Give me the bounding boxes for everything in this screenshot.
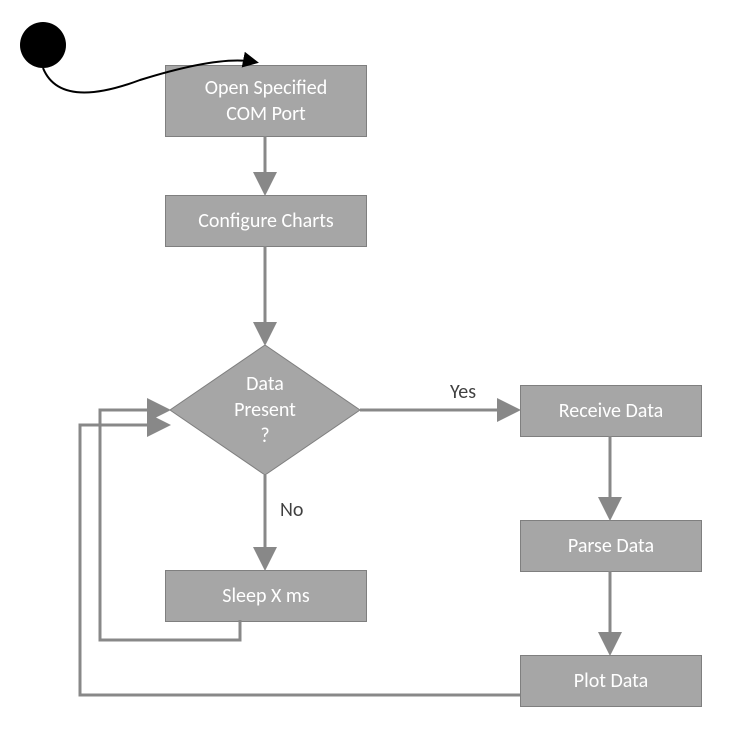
box-configure-charts: Configure Charts bbox=[165, 195, 367, 247]
box-label: Sleep X ms bbox=[222, 583, 309, 609]
label-yes: Yes bbox=[450, 380, 476, 404]
box-label: Plot Data bbox=[574, 668, 648, 694]
box-receive-data: Receive Data bbox=[520, 385, 702, 437]
box-label: Open SpecifiedCOM Port bbox=[205, 75, 327, 127]
box-plot-data: Plot Data bbox=[520, 655, 702, 707]
label-no: No bbox=[280, 498, 303, 522]
start-node bbox=[20, 22, 66, 68]
decision-label: DataPresent? bbox=[234, 371, 296, 449]
connectors bbox=[0, 0, 743, 741]
box-open-com-port: Open SpecifiedCOM Port bbox=[165, 65, 367, 137]
box-label: Parse Data bbox=[568, 533, 654, 559]
box-label: Configure Charts bbox=[198, 208, 334, 234]
box-label: Receive Data bbox=[559, 398, 664, 424]
box-sleep: Sleep X ms bbox=[165, 570, 367, 622]
decision-data-present: DataPresent? bbox=[170, 345, 360, 475]
box-parse-data: Parse Data bbox=[520, 520, 702, 572]
